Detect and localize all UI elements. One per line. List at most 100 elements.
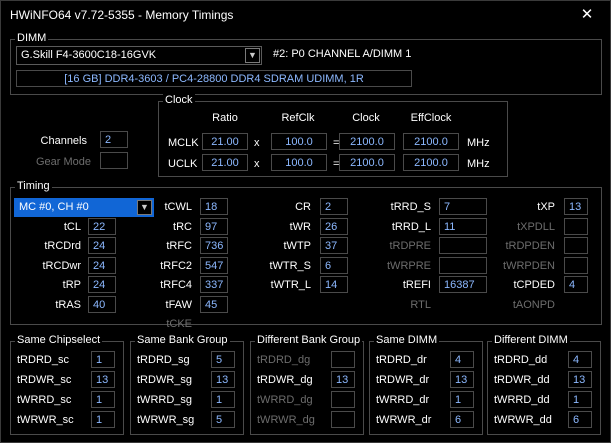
mclk-ratio: 21.00 <box>202 133 248 150</box>
uclk-ratio: 21.00 <box>202 154 248 171</box>
dimm-module-value: G.Skill F4-3600C18-16GVK <box>21 49 157 61</box>
mclk-refclk: 100.0 <box>271 133 327 150</box>
timing-label-trdwr_dg: tRDWR_dg <box>257 374 313 386</box>
timing-value-trrd_s: 7 <box>439 198 487 215</box>
timing-label-tras: tRAS <box>55 299 81 311</box>
timing-label-tfaw: tFAW <box>165 299 192 311</box>
timing-label-twrpre: tWRPRE <box>387 260 431 272</box>
uclk-label: UCLK <box>168 158 198 170</box>
timing-label-twtr_l: tWTR_L <box>270 279 311 291</box>
timing-value-tfaw: 45 <box>200 296 228 313</box>
uclk-x: x <box>254 158 260 170</box>
timing-label-trdrd_dg: tRDRD_dg <box>257 354 311 366</box>
timing-value-trdwr_sg: 13 <box>211 371 235 388</box>
gear-mode-label: Gear Mode <box>35 156 91 168</box>
mclk-clock: 2100.0 <box>339 133 395 150</box>
timing-label-txpdll: tXPDLL <box>517 221 555 233</box>
timing-label-trdwr_dd: tRDWR_dd <box>494 374 550 386</box>
timing-label-twrrd_dd: tWRRD_dd <box>494 394 550 406</box>
window-title: HWiNFO64 v7.72-5355 - Memory Timings <box>10 8 234 22</box>
timing-value-twrwr_sg: 5 <box>211 411 235 428</box>
timing-label-tcke: tCKE <box>166 318 192 330</box>
timing-label-trc: tRC <box>173 221 192 233</box>
timing-value-twtr_l: 14 <box>320 276 348 293</box>
timing-label-trcdwr: tRCDwr <box>42 260 82 272</box>
group-same-chipselect: Same Chipselect tRDRD_sc 1 tRDWR_sc 13 tWRRD_… <box>10 334 124 435</box>
timing-value-twrrd_dr: 1 <box>450 391 474 408</box>
timing-label-txp: tXP <box>537 201 555 213</box>
timing-label-trdrd_sg: tRDRD_sg <box>137 354 190 366</box>
channels-label: Channels <box>40 135 87 147</box>
timing-value-trefi: 16387 <box>439 276 487 293</box>
timing-value-txp: 13 <box>564 198 588 215</box>
mclk-effclock: 2100.0 <box>403 133 459 150</box>
timing-value-twr: 26 <box>320 218 348 235</box>
timing-value-twrrd_dd: 1 <box>568 391 592 408</box>
mclk-unit: MHz <box>467 137 490 149</box>
timing-label-trdwr_sc: tRDWR_sc <box>17 374 72 386</box>
timing-value-trcdwr: 24 <box>88 257 116 274</box>
timing-label-tcwl: tCWL <box>164 201 193 213</box>
chevron-down-icon[interactable]: ▼ <box>245 48 260 63</box>
timing-value-trdwr_dr: 13 <box>450 371 474 388</box>
timing-label-twrwr_dd: tWRWR_dd <box>494 414 552 426</box>
mclk-label: MCLK <box>168 137 199 149</box>
memory-controller-value: MC #0, CH #0 <box>19 201 89 213</box>
uclk-effclock: 2100.0 <box>403 154 459 171</box>
timing-label-twrrd_sg: tWRRD_sg <box>137 394 193 406</box>
dimm-group: DIMM G.Skill F4-3600C18-16GVK ▼ #2: P0 C… <box>10 32 602 95</box>
timing-label-twtp: tWTP <box>283 240 312 252</box>
timing-value-trc: 97 <box>200 218 228 235</box>
timing-label-cr: CR <box>295 201 311 213</box>
timing-label-tcl: tCL <box>63 221 81 233</box>
effclock-header: EffClock <box>410 112 452 124</box>
timing-value-twrwr_dr: 6 <box>450 411 474 428</box>
title-bar[interactable]: HWiNFO64 v7.72-5355 - Memory Timings ✕ <box>1 1 610 29</box>
timing-value-trdrd_dr: 4 <box>450 351 474 368</box>
group-same-dimm: Same DIMM tRDRD_dr 4 tRDWR_dr 13 tWRRD_dr 1 tWR… <box>369 334 483 435</box>
timing-value-trfc4: 337 <box>200 276 228 293</box>
timing-label-trefi: tREFI <box>402 279 431 291</box>
clock-group: Clock Ratio RefClk Clock EffClock MCLK 2… <box>158 94 508 177</box>
memory-controller-select[interactable]: MC #0, CH #0 ▼ <box>14 198 154 217</box>
group-label: Different Bank Group <box>255 334 363 346</box>
timing-value-twrwr_dg <box>331 411 355 428</box>
timing-value-cr: 2 <box>320 198 348 215</box>
timing-value-trdrd_sg: 5 <box>211 351 235 368</box>
timing-label-trdpre: tRDPRE <box>389 240 431 252</box>
timing-label-taonpd: tAONPD <box>512 299 555 311</box>
timing-label-trrd_l: tRRD_L <box>391 221 431 233</box>
timing-value-trdrd_dg <box>331 351 355 368</box>
dimm-description-field: [16 GB] DDR4-3603 / PC4-28800 DDR4 SDRAM… <box>16 70 412 87</box>
dimm-group-label: DIMM <box>15 32 49 44</box>
dimm-slot-label: #2: P0 CHANNEL A/DIMM 1 <box>273 48 412 60</box>
timing-label-trfc2: tRFC2 <box>160 260 192 272</box>
timing-label-trp: tRP <box>62 279 81 291</box>
timing-label-twrrd_dg: tWRRD_dg <box>257 394 313 406</box>
group-same-bank-group: Same Bank Group tRDRD_sg 5 tRDWR_sg 13 tWRRD_… <box>130 334 244 435</box>
timing-value-trdrd_dd: 4 <box>568 351 592 368</box>
timing-value-twtr_s: 6 <box>320 257 348 274</box>
timing-value-twrpre <box>439 257 487 274</box>
uclk-clock: 2100.0 <box>339 154 395 171</box>
timing-label-twrwr_sc: tWRWR_sc <box>17 414 74 426</box>
timing-label-trdrd_sc: tRDRD_sc <box>17 354 69 366</box>
timing-value-tras: 40 <box>88 296 116 313</box>
timing-label-twrwr_dr: tWRWR_dr <box>376 414 432 426</box>
timing-value-trdpre <box>439 237 487 254</box>
group-different-dimm: Different DIMM tRDRD_dd 4 tRDWR_dd 13 tWRRD_d… <box>487 334 601 435</box>
timing-label-trfc: tRFC <box>166 240 192 252</box>
ratio-header: Ratio <box>212 112 238 124</box>
group-different-bank-group: Different Bank Group tRDRD_dg tRDWR_dg 13 tW… <box>250 334 364 435</box>
refclk-header: RefClk <box>281 112 315 124</box>
timing-value-trfc: 736 <box>200 237 228 254</box>
dimm-module-select[interactable]: G.Skill F4-3600C18-16GVK ▼ <box>16 46 262 65</box>
timing-value-trdrd_sc: 1 <box>91 351 115 368</box>
timing-value-trcdrd: 24 <box>88 237 116 254</box>
timing-value-trrd_l: 11 <box>439 218 487 235</box>
group-label: Same Bank Group <box>135 334 230 346</box>
close-icon[interactable]: ✕ <box>576 5 598 25</box>
timing-value-trdwr_sc: 13 <box>91 371 115 388</box>
timing-value-tcl: 22 <box>88 218 116 235</box>
timing-label-trdwr_dr: tRDWR_dr <box>376 374 430 386</box>
